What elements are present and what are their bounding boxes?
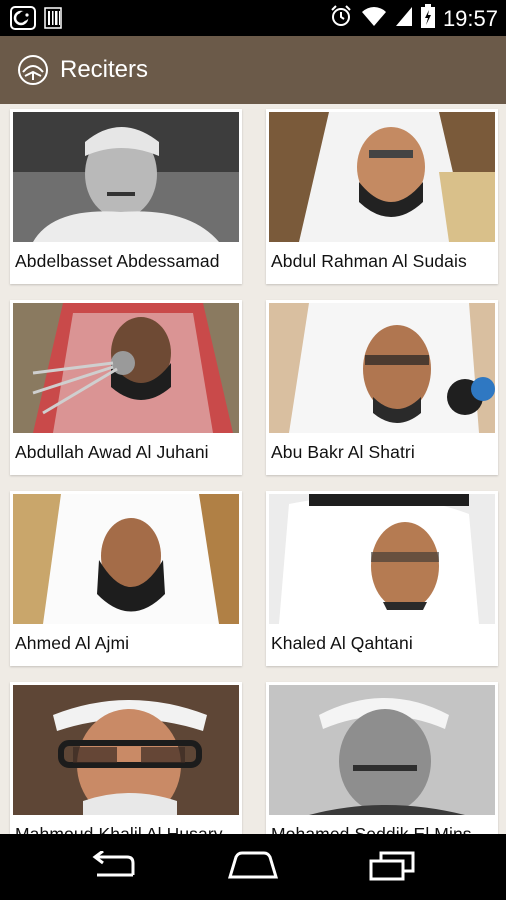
- reciter-photo: [13, 112, 239, 242]
- recent-apps-button[interactable]: [362, 848, 422, 888]
- reciter-name: Abu Bakr Al Shatri: [271, 442, 415, 462]
- reciter-card[interactable]: Ahmed Al Ajmi: [10, 491, 242, 666]
- reciter-photo: [269, 685, 495, 815]
- back-icon: [89, 849, 139, 886]
- recent-apps-icon: [369, 851, 415, 886]
- reciter-photo: [13, 685, 239, 815]
- home-icon: [226, 851, 280, 886]
- reciter-card[interactable]: Abdelbasset Abdessamad: [10, 109, 242, 284]
- reciter-photo: [269, 112, 495, 242]
- reciter-card[interactable]: Mohamed Seddik El Minshawi: [266, 682, 498, 834]
- reciter-name: Abdelbasset Abdessamad: [15, 251, 220, 271]
- page-title: Reciters: [60, 56, 149, 83]
- reciter-card[interactable]: Mahmoud Khalil Al Husary: [10, 682, 242, 834]
- reciter-card[interactable]: Abdul Rahman Al Sudais: [266, 109, 498, 284]
- home-button[interactable]: [223, 848, 283, 888]
- reciter-name: Abdullah Awad Al Juhani: [15, 442, 209, 462]
- reciter-photo: [13, 303, 239, 433]
- app-bar: Reciters: [0, 36, 506, 104]
- reciter-name: Mohamed Seddik El Minshawi: [271, 824, 493, 834]
- reciter-name: Khaled Al Qahtani: [271, 633, 413, 653]
- reciter-name: Ahmed Al Ajmi: [15, 633, 130, 653]
- reciters-grid: Abdelbasset Abdessamad Abdul Rahman Al S…: [0, 104, 506, 834]
- reciter-card[interactable]: Abu Bakr Al Shatri: [266, 300, 498, 475]
- navigation-bar: [0, 834, 506, 900]
- barcode-icon: [44, 7, 62, 34]
- quran-logo-icon[interactable]: [16, 53, 50, 87]
- signal-icon: [395, 5, 413, 32]
- reciter-name: Mahmoud Khalil Al Husary: [15, 824, 223, 834]
- reciter-card[interactable]: Abdullah Awad Al Juhani: [10, 300, 242, 475]
- reciter-name: Abdul Rahman Al Sudais: [271, 251, 467, 271]
- reciter-photo: [269, 494, 495, 624]
- reciter-photo: [13, 494, 239, 624]
- reciter-card[interactable]: Khaled Al Qahtani: [266, 491, 498, 666]
- battery-icon: [420, 4, 435, 33]
- alarm-icon: [329, 4, 353, 33]
- back-button[interactable]: [84, 848, 144, 888]
- clock: 19:57: [442, 5, 498, 31]
- status-bar: 19:57: [0, 0, 506, 36]
- app-notification-icon: [10, 6, 36, 35]
- wifi-icon: [361, 5, 387, 32]
- reciter-photo: [269, 303, 495, 433]
